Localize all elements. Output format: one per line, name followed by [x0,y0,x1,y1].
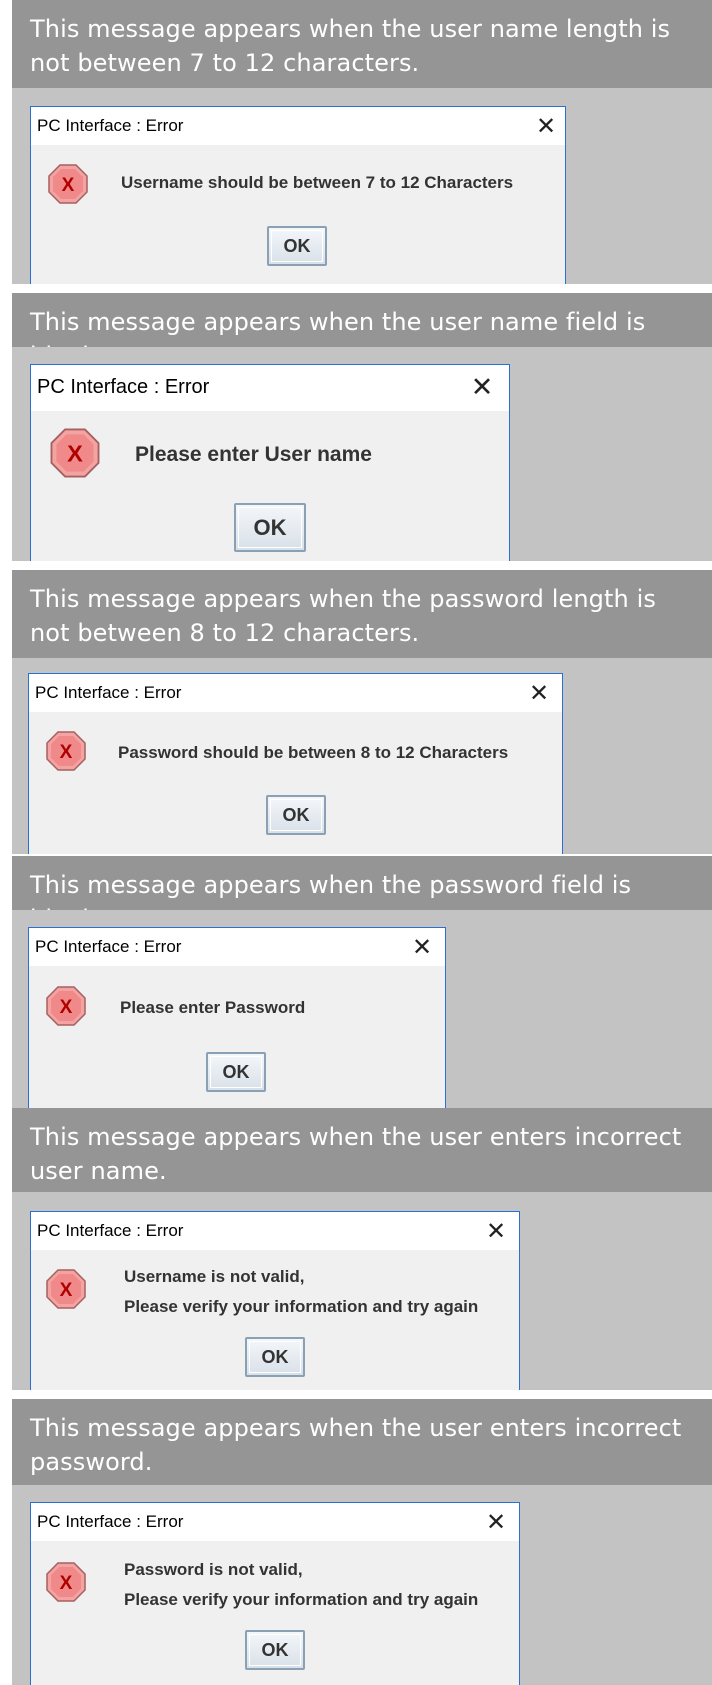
dialog-pane-3: PC Interface : Error ✕ X Password should… [12,658,712,854]
dialog-titlebar: PC Interface : Error ✕ [31,365,509,411]
error-icon: X [46,986,86,1026]
dialog-titlebar: PC Interface : Error ✕ [29,928,445,966]
dialog-title: PC Interface : Error [35,683,182,702]
close-icon[interactable]: ✕ [531,111,561,141]
caption-text: This message appears when the password l… [30,585,656,647]
caption-6: This message appears when the user enter… [12,1399,712,1485]
error-message: Password should be between 8 to 12 Chara… [118,743,508,763]
error-icon: X [46,1562,86,1602]
ok-button[interactable]: OK [206,1052,266,1092]
ok-button[interactable]: OK [266,795,326,835]
close-icon[interactable]: ✕ [407,932,437,962]
message-line: Please verify your information and try a… [124,1297,479,1316]
close-icon[interactable]: ✕ [524,678,554,708]
ok-button[interactable]: OK [245,1337,305,1377]
message-line: Username is not valid, [124,1267,305,1286]
dialog-titlebar: PC Interface : Error ✕ [31,1503,519,1541]
dialog-pane-2: PC Interface : Error ✕ X Please enter Us… [12,347,712,561]
dialog-titlebar: PC Interface : Error ✕ [31,107,565,145]
ok-button[interactable]: OK [234,503,306,552]
error-dialog-invalid-username: PC Interface : Error ✕ X Username is not… [30,1211,520,1390]
message-line: Please enter User name [135,443,372,466]
error-message: Username should be between 7 to 12 Chara… [121,173,513,193]
message-line: Password is not valid, [124,1560,303,1579]
message-line: Please verify your information and try a… [124,1590,479,1609]
svg-text:X: X [62,175,75,196]
close-icon[interactable]: ✕ [467,373,497,403]
dialog-titlebar: PC Interface : Error ✕ [31,1212,519,1250]
caption-text: This message appears when the user name … [30,15,671,77]
svg-text:X: X [60,997,73,1018]
ok-button[interactable]: OK [267,226,327,266]
dialog-pane-4: PC Interface : Error ✕ X Please enter Pa… [12,910,712,1108]
dialog-pane-1: PC Interface : Error ✕ X Username should… [12,88,712,284]
dialog-title: PC Interface : Error [37,1221,184,1240]
caption-2: This message appears when the user name … [12,293,712,370]
ok-label: OK [282,805,310,825]
dialog-titlebar: PC Interface : Error ✕ [29,674,562,712]
dialog-title: PC Interface : Error [35,937,182,956]
error-dialog-password-blank: PC Interface : Error ✕ X Please enter Pa… [28,927,446,1108]
error-dialog-invalid-password: PC Interface : Error ✕ X Password is not… [30,1502,520,1685]
error-message: Please enter Password [120,998,305,1018]
error-icon: X [50,428,100,478]
dialog-title: PC Interface : Error [37,1512,184,1531]
dialog-pane-6: PC Interface : Error ✕ X Password is not… [12,1485,712,1685]
svg-text:X: X [60,1280,73,1301]
error-message: Please enter User name [135,443,372,467]
caption-text: This message appears when the user enter… [30,1123,682,1185]
ok-label: OK [253,515,287,540]
close-icon[interactable]: ✕ [481,1216,511,1246]
ok-label: OK [283,236,311,256]
ok-label: OK [261,1347,289,1367]
message-line: Username should be between 7 to 12 Chara… [121,173,514,192]
dialog-pane-5: PC Interface : Error ✕ X Username is not… [12,1192,712,1390]
ok-label: OK [222,1062,250,1082]
message-line: Please enter Password [120,998,306,1017]
error-message: Username is not valid, Please verify you… [124,1262,478,1322]
caption-text: This message appears when the user enter… [30,1414,682,1476]
error-message: Password is not valid, Please verify you… [124,1555,478,1615]
error-icon: X [46,1269,86,1309]
error-dialog-username-blank: PC Interface : Error ✕ X Please enter Us… [30,364,510,561]
caption-5: This message appears when the user enter… [12,1108,712,1192]
svg-text:X: X [67,441,83,467]
close-icon[interactable]: ✕ [481,1507,511,1537]
dialog-title: PC Interface : Error [37,376,210,398]
svg-text:X: X [60,1573,73,1594]
error-dialog-password-length: PC Interface : Error ✕ X Password should… [28,673,563,854]
caption-1: This message appears when the user name … [12,0,712,88]
caption-3: This message appears when the password l… [12,570,712,658]
message-line: Password should be between 8 to 12 Chara… [118,743,509,762]
ok-label: OK [261,1640,289,1660]
ok-button[interactable]: OK [245,1630,305,1670]
caption-4: This message appears when the password f… [12,856,712,933]
error-dialog-username-length: PC Interface : Error ✕ X Username should… [30,106,566,284]
dialog-title: PC Interface : Error [37,116,184,135]
error-icon: X [46,731,86,771]
error-icon: X [48,164,88,204]
svg-text:X: X [60,742,73,763]
